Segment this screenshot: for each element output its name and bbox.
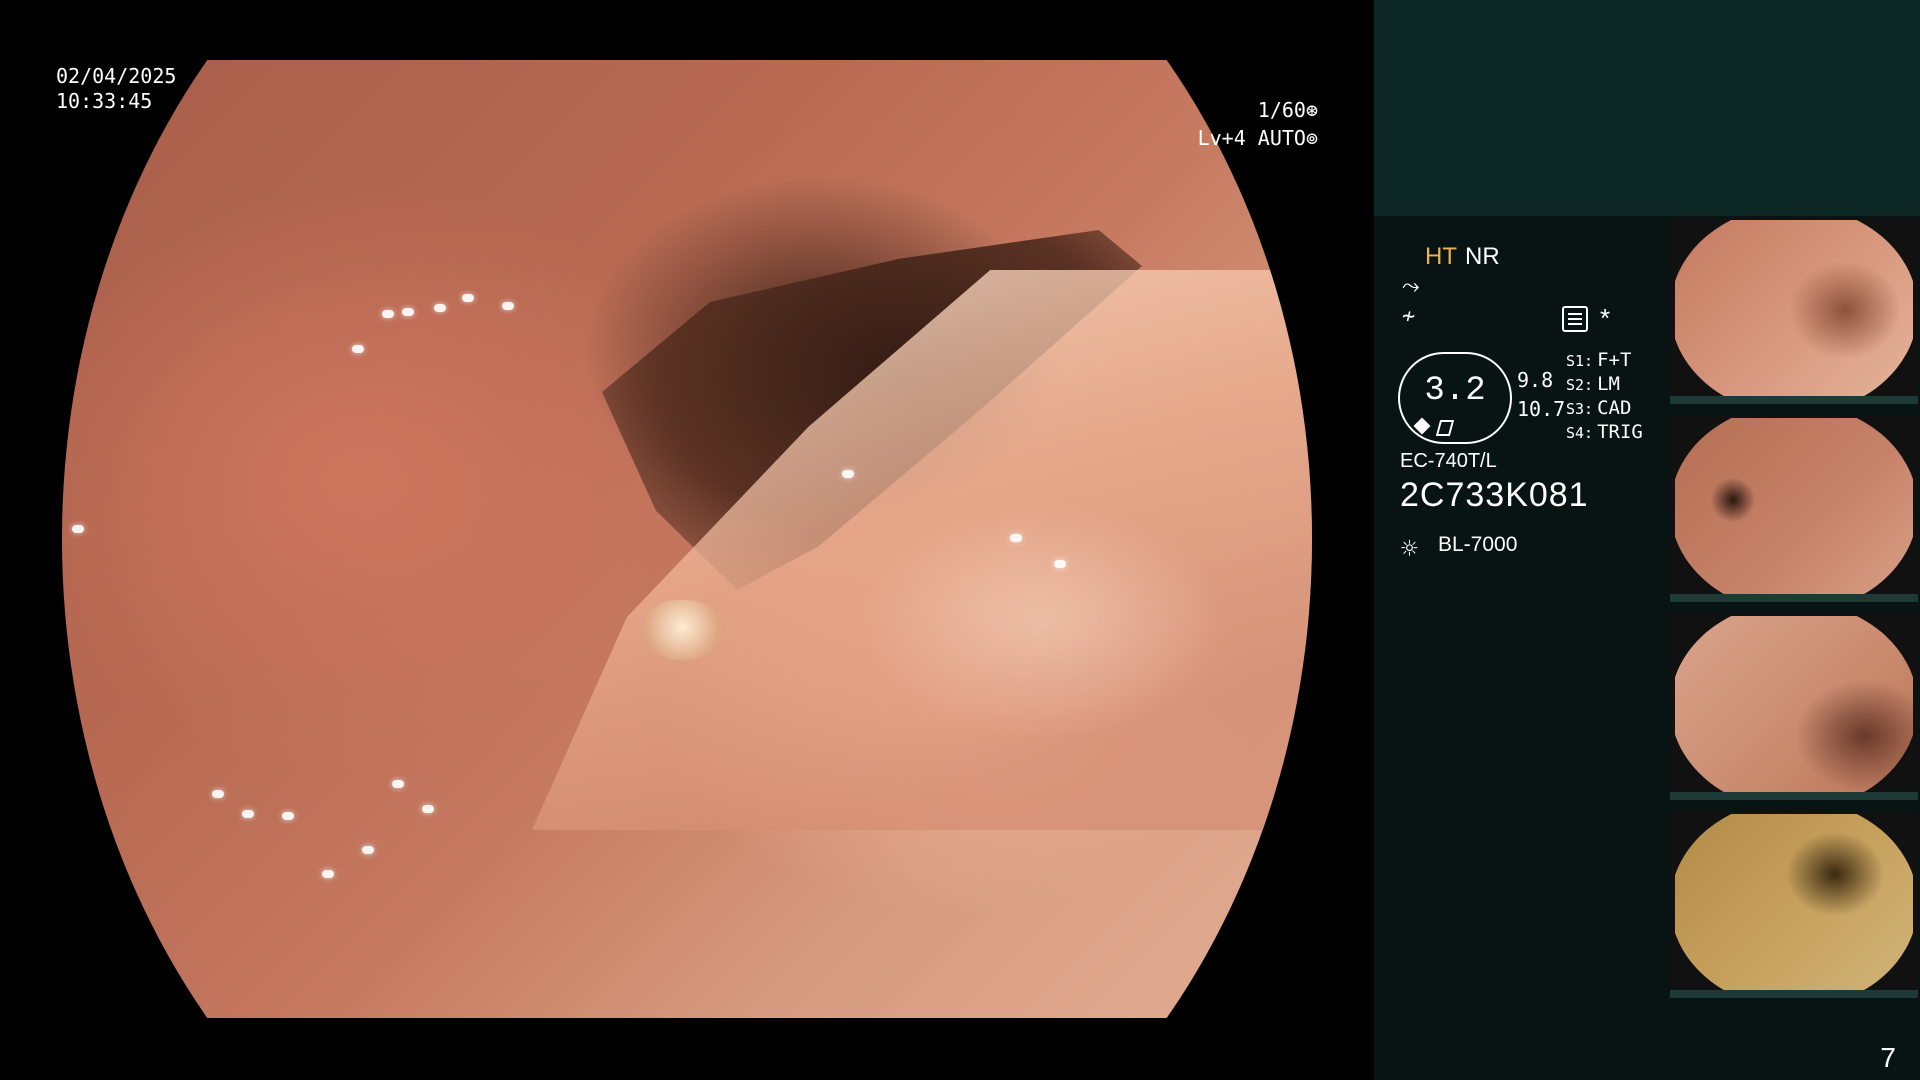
thumbnail-bar xyxy=(1670,594,1918,602)
edge-enhance-icon: ≁ xyxy=(1402,304,1416,329)
capture-thumbnail[interactable] xyxy=(1670,812,1918,998)
gauge-reading-bottom: 10.7 xyxy=(1517,397,1566,421)
shutter-text: 1/60 xyxy=(1257,98,1306,122)
light-source: BL-7000 xyxy=(1438,533,1518,556)
specular-highlight xyxy=(212,790,224,798)
specular-highlight xyxy=(242,810,254,818)
endoscope-view xyxy=(62,60,1312,1018)
specular-highlight xyxy=(322,870,334,878)
lesion-area xyxy=(642,600,722,660)
specular-highlight xyxy=(502,302,514,310)
capture-thumbnail[interactable] xyxy=(1670,614,1918,800)
capture-thumbnail[interactable] xyxy=(1670,416,1918,602)
time-text: 10:33:45 xyxy=(56,89,153,113)
thumbnail-image xyxy=(1675,616,1913,796)
light-icon: ☼ xyxy=(1401,532,1418,565)
gauge-value: 3.2 xyxy=(1424,372,1486,410)
scope-serial: 2C733K081 xyxy=(1400,476,1589,514)
thumbnail-bar xyxy=(1670,396,1918,404)
specular-highlight xyxy=(352,345,364,353)
processing-modes: HT NR xyxy=(1425,243,1500,271)
aperture-icon: ⊛ xyxy=(1305,98,1318,122)
datetime: 02/04/2025 10:33:45 xyxy=(56,64,176,114)
switch-key: S2: xyxy=(1566,376,1594,394)
specular-highlight xyxy=(842,470,854,478)
iris-icon: ⊚ xyxy=(1305,126,1318,150)
thumbnail-image xyxy=(1675,814,1913,994)
specular-highlight xyxy=(362,846,374,854)
nr-label: NR xyxy=(1465,243,1500,270)
specular-highlight xyxy=(402,308,414,316)
switch-value: F+T xyxy=(1597,349,1632,371)
level-text: Lv+4 AUTO xyxy=(1197,126,1306,150)
switch-row: S1: F+T xyxy=(1566,349,1631,371)
level-readout: Lv+4 AUTO⊚ xyxy=(1198,126,1318,151)
specular-highlight xyxy=(392,780,404,788)
specular-highlight xyxy=(1010,534,1022,542)
switch-key: S1: xyxy=(1566,352,1594,370)
mode-icon xyxy=(1416,420,1444,432)
info-panel-header xyxy=(1374,0,1920,216)
structure-enhance-icon: ⤳ xyxy=(1402,274,1420,299)
switch-key: S3: xyxy=(1566,400,1594,418)
specular-highlight xyxy=(422,805,434,813)
thumbnail-image xyxy=(1675,220,1913,400)
switch-row: S2: LM xyxy=(1566,373,1620,395)
star-indicator: * xyxy=(1600,303,1611,333)
switch-value: LM xyxy=(1597,373,1620,395)
gauge: 3.2 xyxy=(1398,352,1512,444)
page-number: 7 xyxy=(1880,1042,1896,1073)
specular-highlight xyxy=(462,294,474,302)
specular-highlight xyxy=(72,525,84,533)
switch-value: TRIG xyxy=(1597,421,1643,443)
specular-highlight xyxy=(382,310,394,318)
switch-value: CAD xyxy=(1597,397,1632,419)
specular-highlight xyxy=(1054,560,1066,568)
thumbnail-bar xyxy=(1670,792,1918,800)
switch-row: S3: CAD xyxy=(1566,397,1631,419)
scope-model: EC-740T/L xyxy=(1400,450,1497,472)
menu-icon xyxy=(1562,306,1588,332)
specular-highlight xyxy=(434,304,446,312)
capture-thumbnail[interactable] xyxy=(1670,218,1918,404)
ht-label: HT xyxy=(1425,243,1457,270)
thumbnail-bar xyxy=(1670,990,1918,998)
switch-row: S4: TRIG xyxy=(1566,421,1643,443)
thumbnail-image xyxy=(1675,418,1913,598)
gauge-reading-top: 9.8 xyxy=(1517,368,1554,392)
shutter-readout: 1/60⊛ xyxy=(1258,98,1318,123)
switch-key: S4: xyxy=(1566,424,1594,442)
specular-highlight xyxy=(282,812,294,820)
date-text: 02/04/2025 xyxy=(56,64,177,88)
